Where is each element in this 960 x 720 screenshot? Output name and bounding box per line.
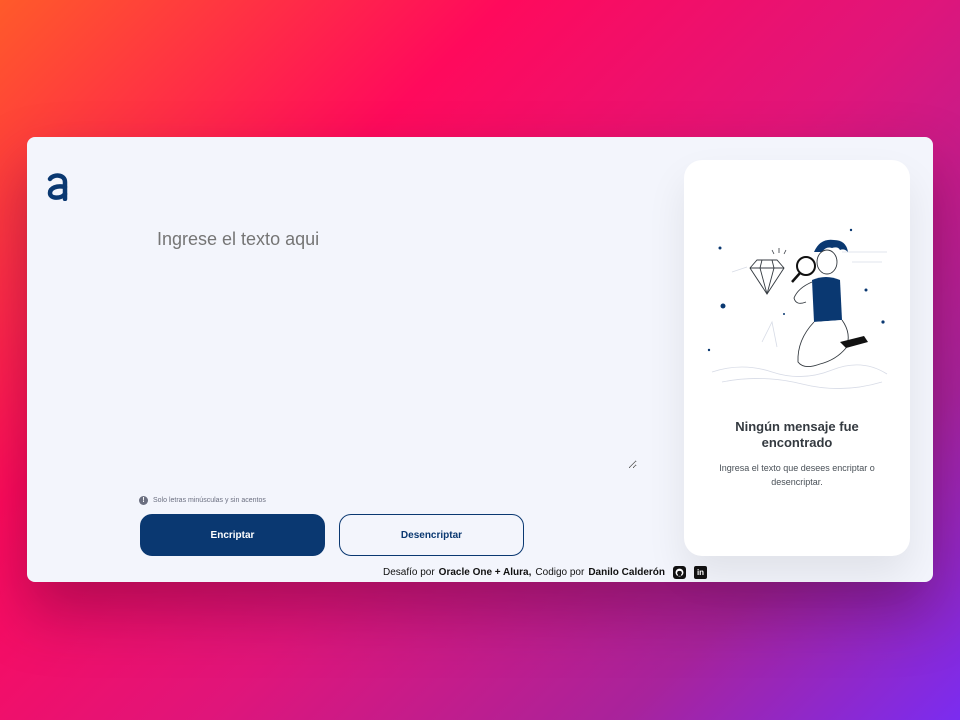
footer-author: Danilo Calderón — [588, 567, 666, 578]
encrypt-button[interactable]: Encriptar — [140, 514, 325, 556]
decrypt-button[interactable]: Desencriptar — [339, 514, 524, 556]
footer: Desafío por Oracle One + Alura, Codigo p… — [27, 566, 933, 579]
footer-middle: Codigo por — [535, 567, 585, 578]
alura-logo-icon[interactable] — [47, 171, 69, 201]
hint-text: Solo letras minúsculas y sin acentos — [153, 497, 266, 504]
empty-message-title: Ningún mensaje fue encontrado — [735, 419, 859, 450]
info-icon: ! — [139, 496, 148, 505]
linkedin-icon[interactable]: in — [694, 566, 708, 579]
text-input[interactable] — [157, 229, 637, 469]
footer-prefix: Desafío por — [382, 567, 435, 578]
app-window: ! Solo letras minúsculas y sin acentos E… — [27, 137, 933, 582]
footer-org: Oracle One + Alura, — [438, 567, 532, 578]
person-with-magnifier-illustration — [707, 228, 888, 389]
input-hint: ! Solo letras minúsculas y sin acentos — [139, 496, 266, 505]
result-panel: Ningún mensaje fue encontrado Ingresa el… — [684, 160, 910, 556]
empty-message-text: Ingresa el texto que desees encriptar o … — [719, 463, 875, 487]
github-icon[interactable] — [673, 566, 687, 579]
